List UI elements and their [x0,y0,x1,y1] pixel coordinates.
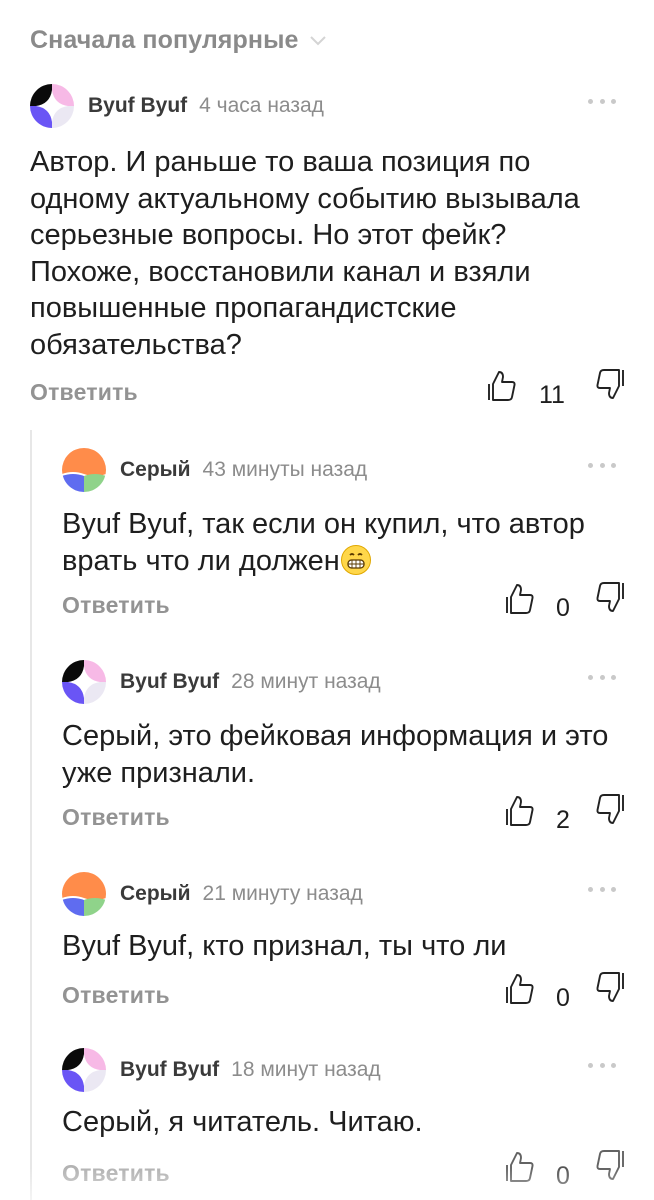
comment-text-block: Byuf Byuf, так если он купил, что автор … [62,506,622,579]
thread-line [30,430,32,1200]
comment-actions: Ответить 0 [62,972,654,1018]
more-options-icon[interactable] [588,670,616,684]
avatar[interactable] [62,872,106,916]
comment-header: Byuf Byuf 28 минут назад [62,660,654,704]
reply-button[interactable]: Ответить [62,982,170,1009]
comment-time: 21 минуту назад [202,882,363,905]
comment-author[interactable]: Byuf Byuf [120,670,219,694]
avatar[interactable] [62,660,106,704]
comment-header: Серый 43 минуты назад [62,448,654,492]
more-options-icon[interactable] [588,882,616,896]
like-count: 11 [539,381,565,409]
comment-time: 28 минут назад [231,670,381,693]
sort-selector[interactable]: Сначала популярные [30,22,329,58]
avatar[interactable] [62,448,106,492]
comment-author[interactable]: Byuf Byuf [88,94,187,118]
grinning-face-emoji-icon [340,544,371,575]
sort-label: Сначала популярные [30,25,299,54]
reply-button[interactable]: Ответить [62,592,170,619]
reply-comment: Byuf Byuf 18 минут назад Серый, я читате… [62,1048,654,1200]
comment-actions: Ответить 0 [62,582,654,628]
thumbs-down-icon[interactable] [594,970,628,1004]
thumbs-up-icon[interactable] [502,972,536,1006]
thumbs-down-icon[interactable] [594,1148,628,1182]
reply-comment: Серый 21 минуту назад Byuf Byuf, кто при… [62,872,654,1022]
reply-button[interactable]: Ответить [62,804,170,831]
comment-author[interactable]: Byuf Byuf [120,1058,219,1082]
thumbs-up-icon[interactable] [502,582,536,616]
like-count: 2 [556,806,570,834]
comment-header: Серый 21 минуту назад [62,872,654,916]
comment-text: Byuf Byuf, кто признал, ты что ли [62,930,507,962]
more-options-icon[interactable] [588,94,616,108]
reply-button[interactable]: Ответить [30,379,138,406]
comment-author[interactable]: Серый [120,882,191,906]
like-count: 0 [556,1162,570,1190]
thumbs-down-icon[interactable] [594,580,628,614]
chevron-down-icon [309,36,326,46]
like-count: 0 [556,594,570,622]
comment-actions: Ответить 0 [62,1150,654,1196]
thumbs-up-icon[interactable] [502,794,536,828]
comment-actions: Ответить 11 [30,369,654,415]
comment-author[interactable]: Серый [120,458,191,482]
avatar[interactable] [62,1048,106,1092]
comment-text: Серый, это фейковая информация и это уже… [62,720,609,789]
avatar[interactable] [30,84,74,128]
thumbs-up-icon[interactable] [484,369,518,403]
comment-actions: Ответить 2 [62,794,654,840]
reply-comment: Byuf Byuf 28 минут назад Серый, это фейк… [62,660,654,850]
reply-comment: Серый 43 минуты назад Byuf Byuf, так есл… [62,448,654,638]
comment-header: Byuf Byuf 18 минут назад [62,1048,654,1092]
like-count: 0 [556,984,570,1012]
comment-time: 43 минуты назад [202,458,368,481]
comment-text: Byuf Byuf, так если он купил, что автор … [62,508,585,577]
thumbs-up-icon[interactable] [502,1150,536,1184]
more-options-icon[interactable] [588,1058,616,1072]
thumbs-down-icon[interactable] [594,367,628,401]
reply-button[interactable]: Ответить [62,1160,170,1187]
more-options-icon[interactable] [588,458,616,472]
comment-header: Byuf Byuf 4 часа назад [30,84,654,128]
comment-time: 4 часа назад [199,94,324,117]
comment: Byuf Byuf 4 часа назад Автор. И раньше т… [30,84,654,424]
comment-text: Автор. И раньше то ваша позиция по одном… [30,146,580,361]
thumbs-down-icon[interactable] [594,792,628,826]
comment-time: 18 минут назад [231,1058,381,1081]
comment-text: Серый, я читатель. Читаю. [62,1106,423,1138]
